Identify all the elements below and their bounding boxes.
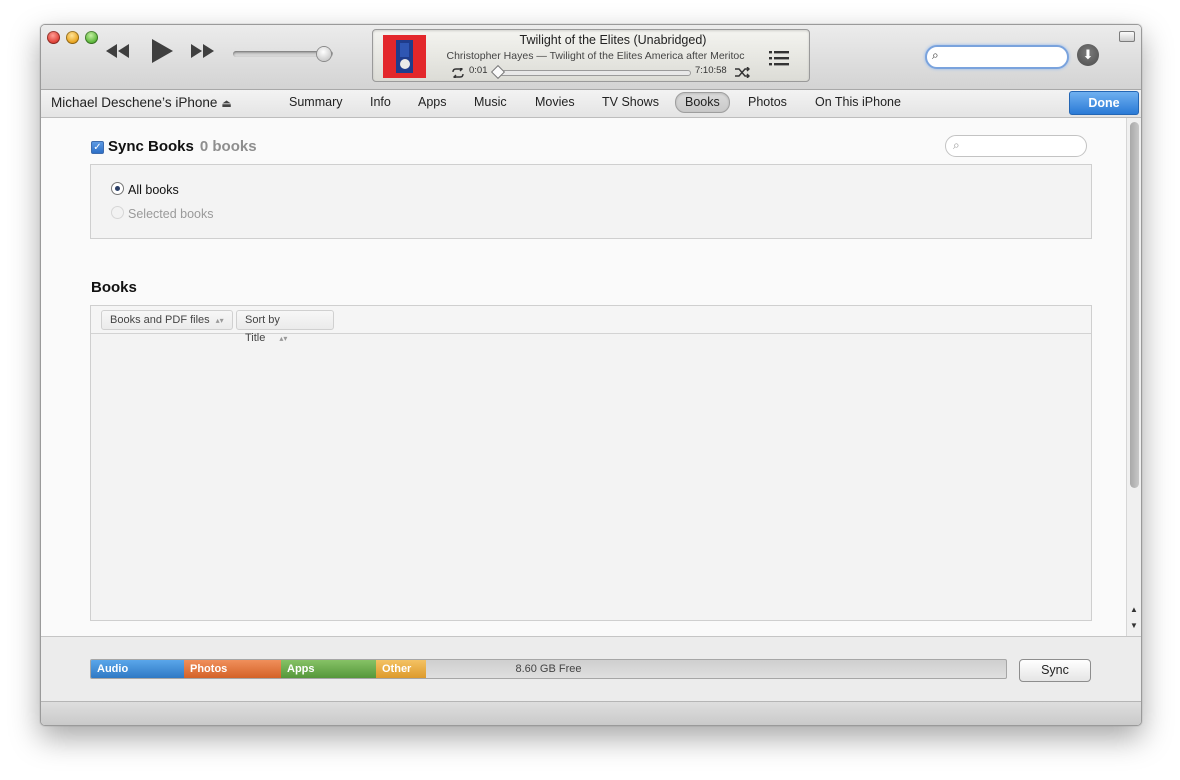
list-icon bbox=[769, 51, 789, 66]
zoom-window-button[interactable] bbox=[85, 31, 98, 44]
playback-progress-bar[interactable] bbox=[497, 70, 691, 76]
books-section-heading: Books bbox=[91, 279, 137, 296]
play-button[interactable] bbox=[149, 37, 175, 70]
playback-scrubber[interactable] bbox=[490, 64, 506, 80]
toolbar-toggle-button[interactable] bbox=[1119, 31, 1135, 42]
sync-books-label[interactable]: Sync Books bbox=[108, 138, 194, 155]
now-playing-display: Twilight of the Elites (Unabridged) Chri… bbox=[372, 29, 810, 82]
capacity-segment-audio[interactable]: Audio bbox=[91, 660, 184, 678]
books-sort-label: Sort by Title bbox=[245, 314, 280, 344]
popup-arrows-icon: ▴▾ bbox=[215, 316, 224, 325]
repeat-button[interactable] bbox=[451, 65, 465, 83]
capacity-bar: 8.60 GB Free Audio Photos Apps Other bbox=[90, 659, 1007, 679]
close-window-button[interactable] bbox=[47, 31, 60, 44]
window-status-bar bbox=[41, 701, 1141, 725]
book-count: 0 books bbox=[199, 138, 257, 155]
capacity-segment-apps[interactable]: Apps bbox=[281, 660, 376, 678]
sync-books-header: ✓ Sync Books 0 books bbox=[91, 138, 257, 155]
shuffle-icon bbox=[735, 66, 750, 79]
fast-forward-icon bbox=[191, 44, 214, 58]
tab-apps[interactable]: Apps bbox=[408, 92, 457, 113]
tab-summary[interactable]: Summary bbox=[279, 92, 352, 113]
all-books-option[interactable]: All books bbox=[111, 182, 179, 197]
shuffle-button[interactable] bbox=[735, 65, 751, 83]
device-nav-bar: Michael Deschene’s iPhone ⏏ Summary Info … bbox=[41, 90, 1141, 118]
tab-movies[interactable]: Movies bbox=[525, 92, 585, 113]
download-arrow-icon: ⬇ bbox=[1082, 47, 1094, 62]
device-name[interactable]: Michael Deschene’s iPhone ⏏ bbox=[51, 95, 232, 110]
tab-info[interactable]: Info bbox=[360, 92, 401, 113]
album-art[interactable] bbox=[383, 35, 426, 78]
track-title: Twilight of the Elites (Unabridged) bbox=[519, 33, 707, 47]
itunes-window: Twilight of the Elites (Unabridged) Chri… bbox=[40, 24, 1142, 726]
tab-tv-shows[interactable]: TV Shows bbox=[592, 92, 669, 113]
up-next-button[interactable] bbox=[769, 50, 789, 71]
elapsed-time: 0:01 bbox=[469, 65, 488, 76]
album-cover-icon bbox=[383, 35, 426, 78]
tab-music[interactable]: Music bbox=[464, 92, 517, 113]
play-icon bbox=[152, 39, 173, 63]
tab-photos[interactable]: Photos bbox=[738, 92, 797, 113]
books-sort-popup[interactable]: Sort by Title ▴▾ bbox=[236, 310, 334, 344]
tab-on-this-iphone[interactable]: On This iPhone bbox=[805, 92, 911, 113]
downloads-button[interactable]: ⬇ bbox=[1077, 44, 1099, 66]
selected-books-label: Selected books bbox=[128, 207, 214, 221]
content-scrollbar[interactable]: ▲ ▼ bbox=[1126, 118, 1141, 636]
device-name-label: Michael Deschene’s iPhone bbox=[51, 95, 218, 110]
books-filter-popup[interactable]: Books and PDF files ▴▾ bbox=[101, 310, 233, 330]
books-search-input[interactable]: ⌕ bbox=[945, 135, 1087, 157]
store-search-field[interactable]: ⌕ bbox=[925, 45, 1069, 69]
fast-forward-button[interactable] bbox=[189, 41, 217, 66]
all-books-label: All books bbox=[128, 183, 179, 197]
capacity-segment-other[interactable]: Other bbox=[376, 660, 426, 678]
selected-books-option[interactable]: Selected books bbox=[111, 206, 213, 221]
sync-options-box: All books Selected books bbox=[90, 164, 1092, 239]
selected-books-radio[interactable] bbox=[111, 206, 124, 219]
repeat-icon bbox=[452, 66, 464, 80]
done-button[interactable]: Done bbox=[1069, 91, 1139, 115]
books-filter-label: Books and PDF files bbox=[110, 314, 210, 326]
scroll-down-arrow-icon[interactable]: ▼ bbox=[1130, 621, 1138, 630]
rewind-button[interactable] bbox=[103, 41, 131, 66]
capacity-segment-photos[interactable]: Photos bbox=[184, 660, 281, 678]
scroll-up-arrow-icon[interactable]: ▲ bbox=[1130, 605, 1138, 614]
sync-button[interactable]: Sync bbox=[1019, 659, 1091, 682]
volume-slider-knob[interactable] bbox=[317, 47, 331, 61]
search-icon: ⌕ bbox=[932, 48, 939, 62]
tab-books[interactable]: Books bbox=[675, 92, 730, 113]
remaining-time: 7:10:58 bbox=[695, 65, 727, 76]
search-icon: ⌕ bbox=[953, 138, 960, 152]
scrollbar-thumb[interactable] bbox=[1130, 122, 1139, 488]
books-sync-content: ✓ Sync Books 0 books ⌕ All books Selected … bbox=[41, 118, 1126, 636]
eject-icon[interactable]: ⏏ bbox=[221, 98, 231, 110]
popup-arrows-icon: ▴▾ bbox=[279, 334, 288, 343]
books-panel-toolbar: Books and PDF files ▴▾ Sort by Title ▴▾ bbox=[91, 306, 1091, 344]
all-books-radio[interactable] bbox=[111, 182, 124, 195]
toolbar: Twilight of the Elites (Unabridged) Chri… bbox=[41, 25, 1141, 90]
minimize-window-button[interactable] bbox=[66, 31, 79, 44]
books-list-panel: Books and PDF files ▴▾ Sort by Title ▴▾ bbox=[90, 305, 1092, 621]
track-artist-album: Christopher Hayes — Twilight of the Elit… bbox=[446, 50, 745, 62]
sync-books-checkbox[interactable]: ✓ bbox=[91, 141, 104, 154]
capacity-footer: 8.60 GB Free Audio Photos Apps Other Syn… bbox=[41, 636, 1141, 701]
rewind-icon bbox=[106, 44, 129, 58]
